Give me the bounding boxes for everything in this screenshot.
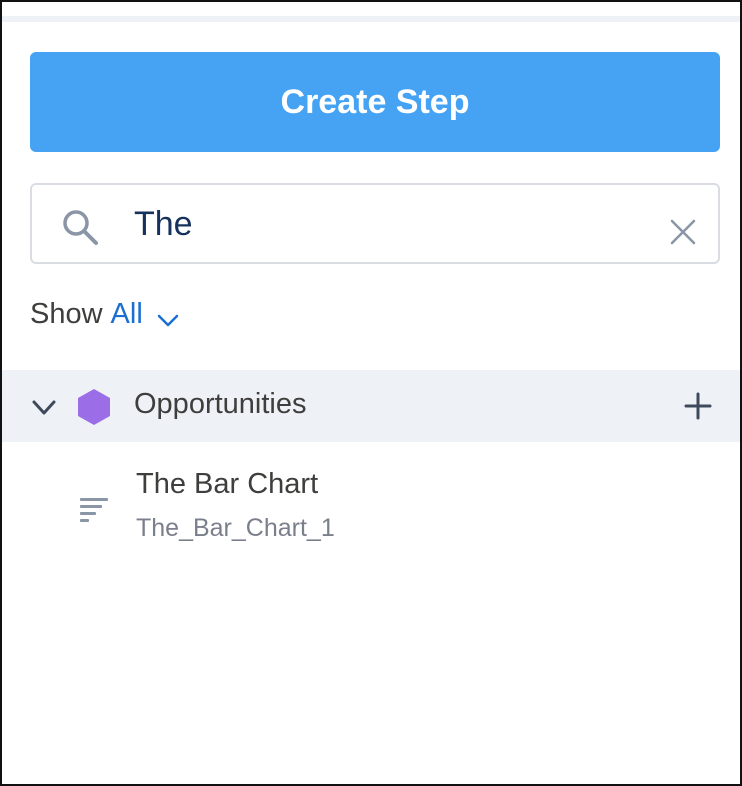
search-icon <box>63 210 98 245</box>
chevron-down-icon[interactable] <box>157 314 179 328</box>
show-label: Show <box>30 298 103 330</box>
group-title: Opportunities <box>134 388 307 420</box>
chevron-down-icon[interactable] <box>32 400 56 416</box>
add-icon[interactable] <box>684 392 712 420</box>
search-input[interactable] <box>132 195 656 253</box>
show-filter-dropdown[interactable]: All <box>111 298 143 331</box>
search-box[interactable] <box>30 183 720 264</box>
create-step-button[interactable]: Create Step <box>30 52 720 152</box>
list-item[interactable]: The Bar Chart The_Bar_Chart_1 <box>2 458 740 558</box>
clear-icon[interactable] <box>670 219 696 245</box>
item-api-name: The_Bar_Chart_1 <box>136 514 335 542</box>
show-filter: Show All <box>30 298 179 331</box>
group-header[interactable]: Opportunities <box>2 370 740 442</box>
item-title: The Bar Chart <box>136 468 319 500</box>
top-divider <box>2 16 740 22</box>
bar-chart-horizontal-icon <box>80 498 108 522</box>
panel: Create Step Show All Opportunities <box>0 0 742 786</box>
dataset-hexagon-icon <box>78 389 110 425</box>
